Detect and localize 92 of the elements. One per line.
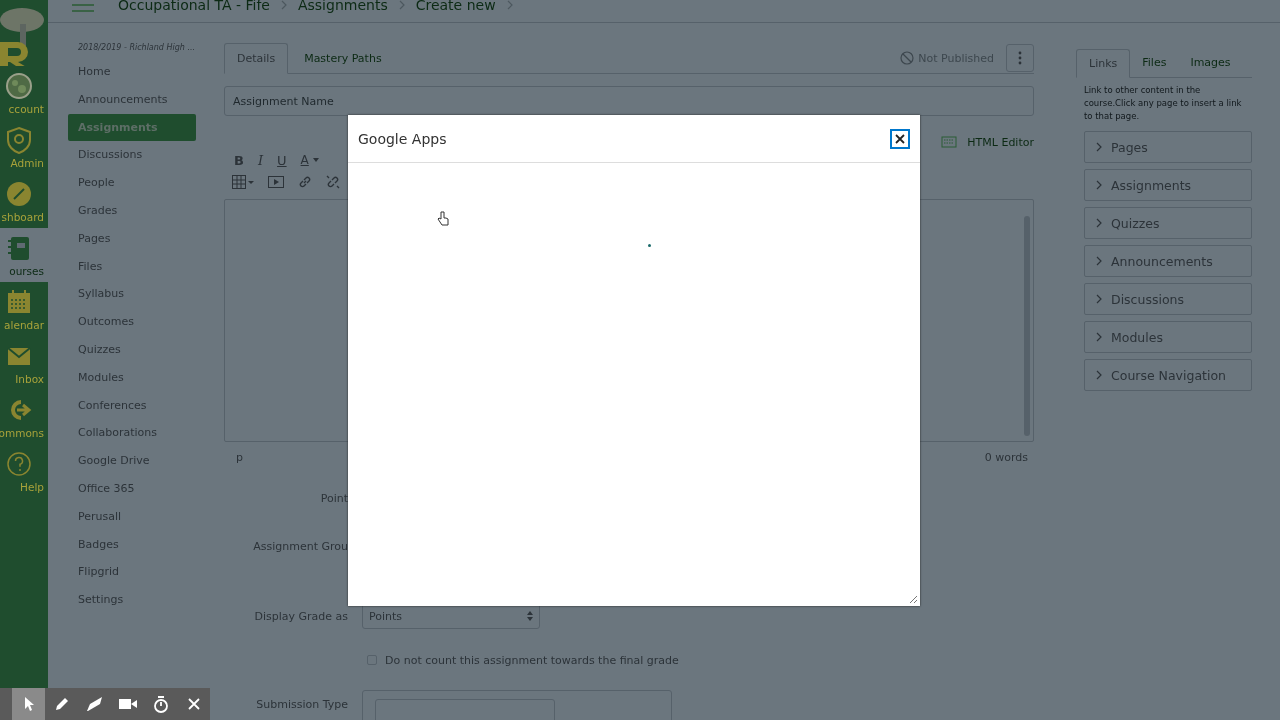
word-count: 0 words <box>984 451 1028 466</box>
course-nav-link[interactable]: Flipgrid <box>68 558 196 587</box>
table-icon[interactable] <box>232 175 254 189</box>
more-options-button[interactable] <box>1006 44 1034 72</box>
course-nav-link[interactable]: Grades <box>68 197 196 225</box>
course-nav-link[interactable]: Syllabus <box>68 280 196 309</box>
link-section[interactable]: Discussions <box>1084 283 1252 315</box>
course-nav-link[interactable]: Assignments <box>68 113 196 142</box>
sidebar-hint: Link to other content in the course.Click any page to insert a link to that page. <box>1084 84 1243 123</box>
section-label: Announcements <box>1111 253 1213 269</box>
global-nav-item[interactable]: Help <box>0 444 48 498</box>
tab[interactable]: Mastery Paths <box>292 43 394 73</box>
chevron-icon <box>397 0 406 10</box>
link-section[interactable]: Modules <box>1084 321 1252 353</box>
course-nav-link[interactable]: Files <box>68 252 196 281</box>
course-nav-link[interactable]: Modules <box>68 363 196 392</box>
course-nav-link[interactable]: Office 365 <box>68 474 196 503</box>
section-label: Pages <box>1111 139 1148 155</box>
pencil-icon <box>53 696 70 712</box>
video-camera-icon <box>118 698 137 710</box>
media-icon[interactable] <box>268 176 284 188</box>
course-nav-link[interactable]: Pages <box>68 224 196 253</box>
close-icon <box>187 698 200 710</box>
format-button[interactable]: I <box>257 152 264 168</box>
global-nav-item[interactable]: ommons <box>0 390 48 444</box>
close-button[interactable] <box>890 128 910 149</box>
link-icon[interactable] <box>298 175 312 189</box>
assignment-name-field[interactable]: Assignment Name <box>224 86 1034 116</box>
term-label: 2018/2019 - Richland High ... <box>77 43 196 54</box>
course-nav-link[interactable]: Outcomes <box>68 308 196 336</box>
course-nav-link[interactable]: Badges <box>68 530 196 559</box>
keyboard-icon <box>941 136 958 148</box>
global-nav-item[interactable]: Inbox <box>0 336 48 390</box>
link-section[interactable]: Pages <box>1084 131 1252 163</box>
global-nav-item[interactable]: Admin <box>0 120 48 174</box>
course-nav-link[interactable]: Discussions <box>68 141 196 170</box>
stopwatch-icon <box>152 695 169 713</box>
course-nav-link[interactable]: Announcements <box>68 85 196 114</box>
hand-cursor-icon <box>437 211 449 226</box>
course-nav-link[interactable]: Google Drive <box>68 447 196 475</box>
sidebar-tab[interactable]: Images <box>1178 49 1243 77</box>
global-nav-item[interactable]: alendar <box>0 282 48 336</box>
shield-icon <box>5 125 33 154</box>
chevron-icon <box>279 0 288 10</box>
course-nav-link[interactable]: Collaborations <box>68 419 196 448</box>
submission-type-label: Submission Type <box>255 697 348 711</box>
link-section[interactable]: Assignments <box>1084 169 1252 201</box>
format-button[interactable]: A <box>300 153 309 167</box>
link-section[interactable]: Quizzes <box>1084 207 1252 239</box>
assignment-group-label: Assignment Grou <box>252 539 348 553</box>
chevron-icon <box>505 0 514 10</box>
calendar-icon <box>5 287 33 316</box>
gauge-icon <box>5 179 33 208</box>
format-button[interactable]: U <box>277 152 287 168</box>
course-nav-link[interactable]: Settings <box>68 586 196 614</box>
display-grade-label: Display Grade as <box>253 609 348 623</box>
sidebar-tab[interactable]: Links <box>1076 49 1131 78</box>
global-nav-item[interactable]: ourses <box>0 228 48 282</box>
caret-icon[interactable] <box>312 158 319 162</box>
resize-handle-icon[interactable] <box>909 595 918 604</box>
link-section[interactable]: Course Navigation <box>1084 359 1252 391</box>
course-nav-link[interactable]: Quizzes <box>68 335 196 364</box>
html-editor-link[interactable]: HTML Editor <box>967 135 1034 149</box>
sidebar-tab[interactable]: Files <box>1130 49 1179 77</box>
select-arrows-icon <box>527 611 533 621</box>
link-section[interactable]: Announcements <box>1084 245 1252 277</box>
close-icon <box>895 133 905 144</box>
tab[interactable]: Details <box>224 43 289 74</box>
course-nav-link[interactable]: People <box>68 169 196 197</box>
course-nav-link[interactable]: Perusall <box>68 502 196 531</box>
points-label: Point <box>319 491 348 505</box>
element-path: p <box>236 451 243 466</box>
recorder-tool-button[interactable] <box>12 688 45 720</box>
checkbox-label: Do not count this assignment towards the final grade <box>385 653 679 667</box>
loading-indicator-icon <box>648 244 651 247</box>
global-nav-item[interactable]: ccount <box>0 66 48 120</box>
dialog-title: Google Apps <box>358 130 447 147</box>
format-button[interactable]: B <box>234 152 244 168</box>
unlink-icon[interactable] <box>326 175 340 189</box>
kebab-icon <box>1018 51 1022 65</box>
section-label: Assignments <box>1111 177 1192 193</box>
global-nav-item[interactable]: shboard <box>0 174 48 228</box>
section-label: Discussions <box>1111 291 1184 307</box>
course-nav-link[interactable]: Home <box>68 58 196 86</box>
section-label: Quizzes <box>1111 215 1160 231</box>
section-label: Course Navigation <box>1111 367 1227 383</box>
avatar-icon <box>5 71 33 100</box>
eraser-icon <box>85 696 104 712</box>
course-nav-link[interactable]: Conferences <box>68 391 196 420</box>
unpublished-icon <box>900 51 915 65</box>
help-icon <box>5 449 33 478</box>
section-label: Modules <box>1111 329 1163 345</box>
